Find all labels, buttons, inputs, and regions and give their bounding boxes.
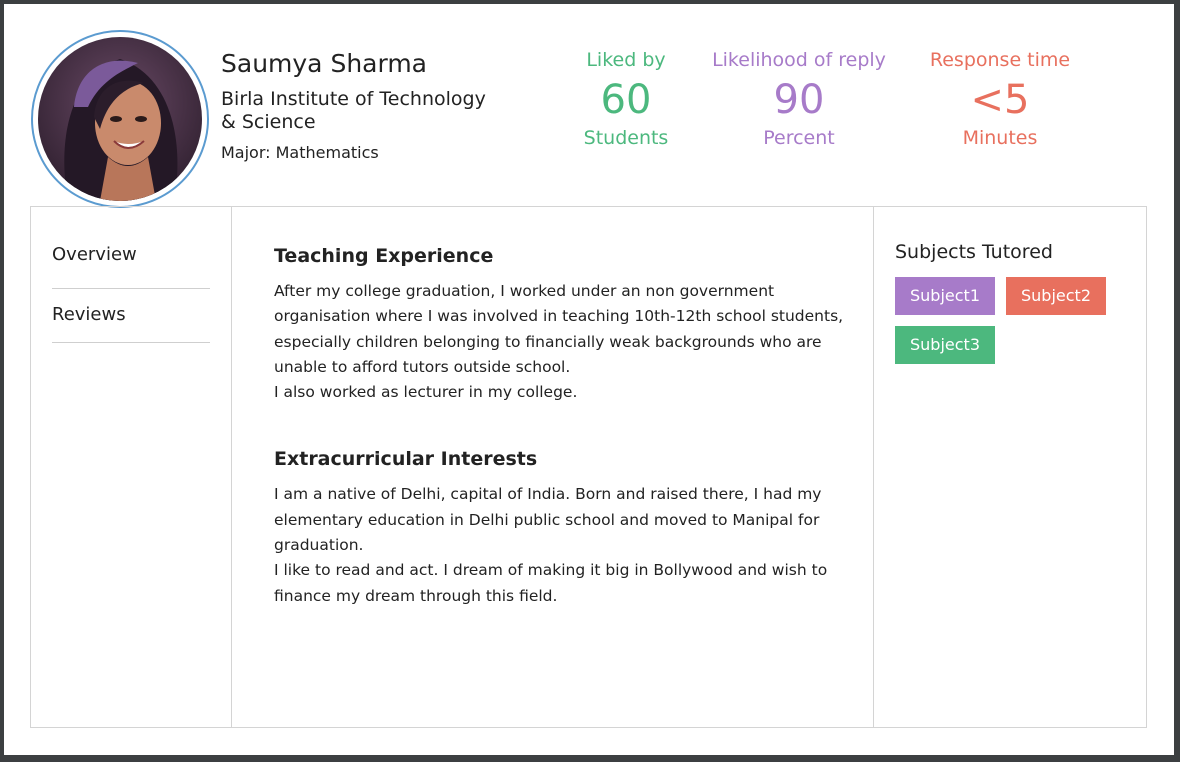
section-extracurricular-interests: Extracurricular Interests I am a native …	[274, 448, 844, 608]
stat-value: 60	[600, 77, 652, 123]
stat-label: Likelihood of reply	[712, 49, 886, 71]
section-text: After my college graduation, I worked un…	[274, 282, 844, 402]
column-divider	[231, 207, 232, 727]
stat-response-time: Response time <5 Minutes	[920, 48, 1080, 150]
overview-content: Teaching Experience After my college gra…	[274, 245, 844, 609]
stat-label: Response time	[929, 49, 1071, 71]
subjects-title: Subjects Tutored	[895, 241, 1053, 263]
column-divider	[873, 207, 874, 727]
stat-label: Liked by	[586, 49, 666, 71]
subject-chip[interactable]: Subject1	[895, 277, 995, 315]
stat-value: <5	[970, 77, 1030, 123]
profile-major: Major: Mathematics	[221, 143, 379, 162]
profile-details-panel: Overview Reviews Teaching Experience Aft…	[30, 206, 1147, 728]
profile-school: Birla Institute of Technology & Science	[221, 88, 486, 133]
subject-chip[interactable]: Subject3	[895, 326, 995, 364]
section-title: Teaching Experience	[274, 245, 494, 267]
stat-unit: Minutes	[962, 127, 1038, 149]
profile-nav: Overview Reviews	[52, 235, 210, 343]
stat-unit: Students	[583, 127, 669, 149]
stat-likelihood-of-reply: Likelihood of reply 90 Percent	[704, 48, 894, 150]
subjects-tutored: Subjects Tutored Subject1 Subject2 Subje…	[895, 241, 1135, 364]
stat-value: 90	[773, 77, 825, 123]
subject-chips: Subject1 Subject2 Subject3	[895, 277, 1125, 364]
profile-page: Saumya Sharma Birla Institute of Technol…	[4, 4, 1174, 755]
section-text: I am a native of Delhi, capital of India…	[274, 485, 828, 605]
nav-item-overview[interactable]: Overview	[52, 235, 210, 289]
avatar	[31, 30, 209, 208]
subject-chip[interactable]: Subject2	[1006, 277, 1106, 315]
section-teaching-experience: Teaching Experience After my college gra…	[274, 245, 844, 405]
section-title: Extracurricular Interests	[274, 448, 538, 471]
profile-name: Saumya Sharma	[221, 49, 427, 78]
profile-photo	[38, 37, 202, 201]
stat-unit: Percent	[763, 127, 835, 149]
stat-liked-by: Liked by 60 Students	[564, 48, 688, 150]
nav-item-reviews[interactable]: Reviews	[52, 289, 210, 343]
